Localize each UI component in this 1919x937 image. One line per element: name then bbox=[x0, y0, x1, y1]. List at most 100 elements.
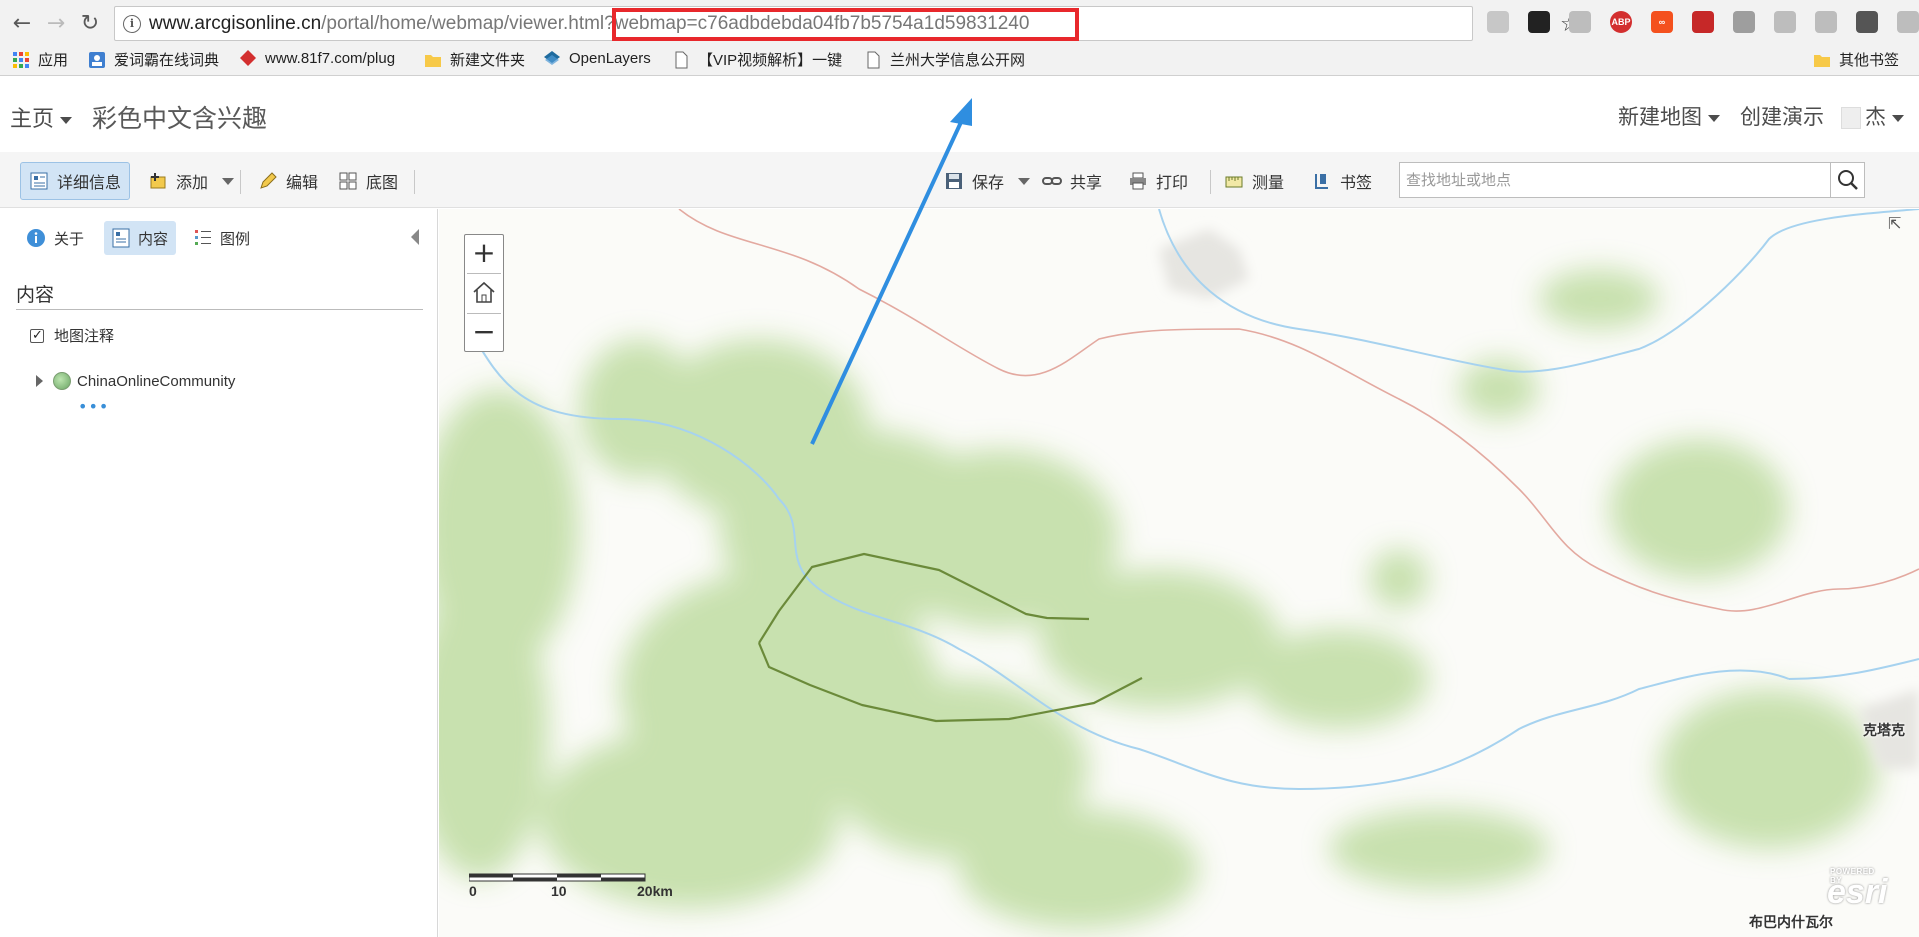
map-view[interactable]: + − 0 10 20km 克塔克 布巴内什瓦尔 POWERED BY esri … bbox=[439, 209, 1919, 937]
scale-label-10: 10 bbox=[551, 883, 567, 899]
basemap-button[interactable]: 底图 bbox=[330, 162, 406, 200]
other-bookmarks-label: 其他书签 bbox=[1839, 52, 1900, 69]
iciba-icon bbox=[89, 51, 105, 68]
search-input[interactable] bbox=[1400, 163, 1820, 197]
esri-ext-icon-2[interactable] bbox=[1815, 11, 1837, 33]
bookmark-vip[interactable]: 【VIP视频解析】一键 bbox=[672, 49, 842, 70]
save-disk-icon bbox=[946, 173, 962, 189]
layer-checkbox[interactable] bbox=[30, 327, 44, 343]
details-label: 详细信息 bbox=[57, 175, 122, 192]
bookmark-label: 应用 bbox=[38, 52, 69, 69]
layer-map-annotation[interactable]: 地图注释 bbox=[30, 325, 114, 346]
new-map-menu[interactable]: 新建地图 bbox=[1618, 101, 1720, 131]
x-ext-icon[interactable] bbox=[1528, 11, 1550, 33]
scale-bar bbox=[469, 873, 646, 882]
bookmark-label: 【VIP视频解析】一键 bbox=[698, 52, 843, 69]
info-icon bbox=[27, 229, 45, 247]
bookmark-apps[interactable]: 应用 bbox=[12, 49, 68, 70]
layer-more-options[interactable]: ••• bbox=[78, 397, 109, 416]
tab-legend[interactable]: 图例 bbox=[186, 221, 258, 255]
tool-ext-icon[interactable] bbox=[1692, 11, 1714, 33]
save-button[interactable]: 保存 bbox=[936, 162, 1038, 200]
zoom-control: + − bbox=[464, 234, 504, 352]
basemap-grid-icon bbox=[339, 172, 357, 190]
expand-triangle-icon[interactable] bbox=[36, 375, 43, 387]
folder-icon bbox=[425, 54, 441, 67]
bookmark-81f7[interactable]: www.81f7.com/plug bbox=[239, 49, 395, 67]
details-icon bbox=[30, 172, 48, 190]
bookmark-label: 新建文件夹 bbox=[450, 52, 526, 69]
side-panel: 关于 内容 图例 内容 地图注释 ChinaOnlineCommunity ••… bbox=[0, 209, 438, 937]
home-icon bbox=[473, 281, 495, 303]
home-extent-button[interactable] bbox=[465, 274, 503, 312]
layer-label: ChinaOnlineCommunity bbox=[77, 372, 236, 390]
print-button[interactable]: 打印 bbox=[1120, 162, 1196, 200]
bookmark-lzu[interactable]: 兰州大学信息公开网 bbox=[864, 49, 1025, 70]
map-canvas bbox=[439, 209, 1919, 929]
page-icon bbox=[867, 51, 880, 68]
v-ext-icon[interactable] bbox=[1733, 11, 1755, 33]
esri-ext-icon[interactable] bbox=[1774, 11, 1796, 33]
collapse-panel-icon[interactable] bbox=[411, 229, 419, 245]
infinity-ext-icon[interactable]: ∞ bbox=[1651, 11, 1673, 33]
bookmark-iciba[interactable]: 爱词霸在线词典 bbox=[88, 49, 219, 70]
page-ext-icon[interactable] bbox=[1569, 11, 1591, 33]
zoom-out-button[interactable]: − bbox=[465, 314, 503, 352]
tab-content[interactable]: 内容 bbox=[104, 221, 177, 255]
content-heading: 内容 bbox=[16, 285, 55, 306]
layer-china-online-community[interactable]: ChinaOnlineCommunity bbox=[36, 372, 235, 390]
search-icon bbox=[1838, 170, 1858, 190]
other-bookmarks[interactable]: 其他书签 bbox=[1813, 49, 1899, 70]
toolbar-divider bbox=[414, 170, 415, 194]
pencil-icon bbox=[260, 172, 277, 189]
edit-button[interactable]: 编辑 bbox=[250, 162, 326, 200]
avatar bbox=[1841, 107, 1861, 130]
robot-ext-icon[interactable] bbox=[1856, 11, 1878, 33]
chevron-down-icon bbox=[222, 177, 235, 185]
url-path: /portal/home/webmap/viewer.html bbox=[321, 13, 605, 34]
measure-button[interactable]: 测量 bbox=[1216, 162, 1292, 200]
apps-grid-icon bbox=[13, 51, 29, 68]
save-label: 保存 bbox=[972, 175, 1005, 192]
bookmarks-bar: 应用 爱词霸在线词典 www.81f7.com/plug 新建文件夹 OpenL… bbox=[0, 45, 1919, 75]
browser-chrome: ← → ↻ i www.arcgisonline.cn/portal/home/… bbox=[0, 0, 1919, 76]
share-button[interactable]: 共享 bbox=[1034, 162, 1110, 200]
bookmark-openlayers[interactable]: OpenLayers bbox=[543, 49, 651, 67]
expand-icon[interactable]: ⇱ bbox=[1888, 214, 1906, 233]
toolbar-divider bbox=[1210, 170, 1211, 194]
basemap-label: 底图 bbox=[366, 175, 399, 192]
folder-icon bbox=[1814, 54, 1830, 67]
tab-about[interactable]: 关于 bbox=[18, 221, 92, 255]
site-info-icon[interactable]: i bbox=[123, 15, 141, 33]
reload-icon[interactable]: ↻ bbox=[76, 10, 104, 38]
bookmark-label: OpenLayers bbox=[569, 49, 651, 67]
bookmark-label: 兰州大学信息公开网 bbox=[890, 52, 1026, 69]
zoom-in-button[interactable]: + bbox=[465, 235, 503, 273]
chevron-down-icon bbox=[1892, 114, 1904, 122]
home-menu[interactable]: 主页 bbox=[10, 101, 73, 133]
search-box bbox=[1399, 162, 1865, 198]
chevron-down-icon bbox=[1018, 177, 1031, 185]
bookmarks-button[interactable]: 书签 bbox=[1304, 162, 1380, 200]
openlayers-icon bbox=[544, 51, 560, 65]
printer-icon bbox=[1130, 172, 1146, 190]
details-button[interactable]: 详细信息 bbox=[20, 162, 131, 200]
bookmark-folder[interactable]: 新建文件夹 bbox=[424, 49, 525, 70]
user-menu[interactable]: 杰 bbox=[1841, 101, 1904, 131]
map-title: 彩色中文含兴趣 bbox=[92, 105, 268, 133]
content-list-icon bbox=[112, 228, 130, 248]
add-button[interactable]: 添加 bbox=[140, 162, 242, 200]
place-label: 布巴内什瓦尔 bbox=[1749, 914, 1833, 930]
share-label: 共享 bbox=[1070, 175, 1103, 192]
grid-ext-icon[interactable] bbox=[1897, 11, 1919, 33]
create-presentation-link[interactable]: 创建演示 bbox=[1740, 101, 1824, 131]
toolbar-divider bbox=[240, 170, 241, 194]
adblock-plus-icon[interactable]: ABP bbox=[1610, 11, 1632, 33]
esri-powered-by: POWERED BY bbox=[1830, 867, 1875, 885]
forward-icon[interactable]: → bbox=[42, 10, 70, 38]
place-label: 克塔克 bbox=[1863, 722, 1905, 738]
search-ext-icon[interactable] bbox=[1487, 11, 1509, 33]
back-icon[interactable]: ← bbox=[8, 10, 36, 38]
search-button[interactable] bbox=[1830, 163, 1864, 197]
tab-content-label: 内容 bbox=[138, 230, 169, 248]
